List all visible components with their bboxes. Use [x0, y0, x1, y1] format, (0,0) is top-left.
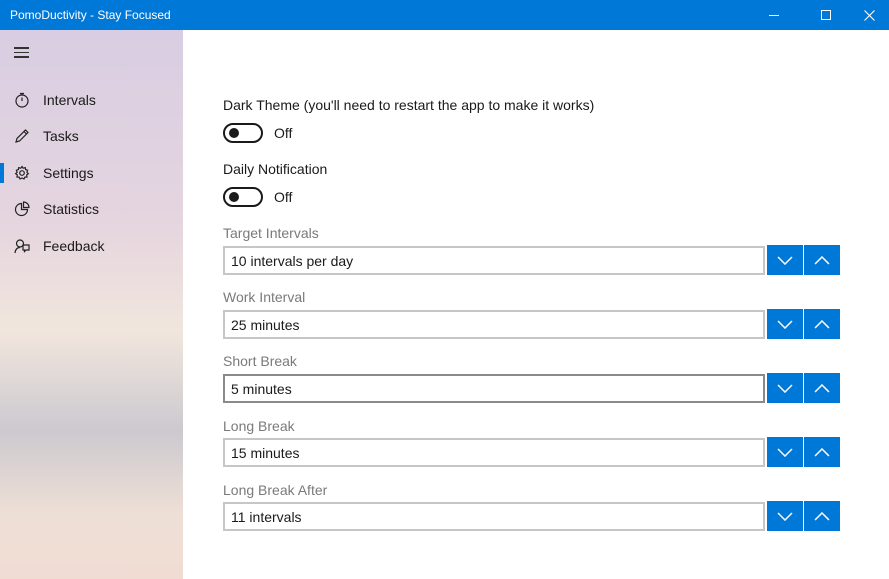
chevron-up-icon [814, 511, 830, 521]
maximize-icon [821, 10, 831, 20]
chevron-down-icon [777, 447, 793, 457]
stopwatch-icon [0, 82, 40, 118]
toggle-knob [229, 192, 239, 202]
long-break-input[interactable] [223, 438, 765, 467]
toggle-knob [229, 128, 239, 138]
short-break-label: Short Break [223, 353, 297, 369]
chevron-down-icon [777, 511, 793, 521]
target-intervals-input[interactable] [223, 246, 765, 275]
long-break-after-increment-button[interactable] [804, 501, 840, 531]
hamburger-menu-icon[interactable] [14, 47, 29, 58]
sidebar-item-label: Statistics [43, 201, 100, 217]
daily-notification-toggle[interactable] [223, 187, 263, 207]
long-break-after-decrement-button[interactable] [767, 501, 803, 531]
long-break-label: Long Break [223, 418, 295, 434]
dark-theme-label: Dark Theme (you'll need to restart the a… [223, 97, 595, 113]
sidebar-item-label: Feedback [43, 238, 105, 254]
minimize-button[interactable] [751, 0, 797, 30]
minimize-icon [769, 14, 779, 16]
short-break-input[interactable] [223, 374, 765, 403]
sidebar-item-settings[interactable]: Settings [0, 155, 183, 191]
maximize-button[interactable] [803, 0, 849, 30]
daily-notification-state: Off [274, 189, 293, 205]
pencil-icon [0, 118, 40, 154]
long-break-after-label: Long Break After [223, 482, 328, 498]
target-intervals-label: Target Intervals [223, 225, 319, 241]
long-break-increment-button[interactable] [804, 437, 840, 467]
work-interval-input[interactable] [223, 310, 765, 339]
short-break-decrement-button[interactable] [767, 373, 803, 403]
gear-icon [0, 155, 40, 191]
sidebar-item-label: Tasks [43, 128, 79, 144]
work-interval-increment-button[interactable] [804, 309, 840, 339]
long-break-after-input[interactable] [223, 502, 765, 531]
sidebar-item-label: Intervals [43, 92, 96, 108]
selection-indicator [0, 163, 4, 183]
dark-theme-toggle[interactable] [223, 123, 263, 143]
sidebar-item-statistics[interactable]: Statistics [0, 191, 183, 227]
target-intervals-increment-button[interactable] [804, 245, 840, 275]
target-intervals-decrement-button[interactable] [767, 245, 803, 275]
window-title: PomoDuctivity - Stay Focused [10, 8, 171, 22]
dark-theme-state: Off [274, 125, 293, 141]
close-button[interactable] [846, 0, 889, 30]
title-bar: PomoDuctivity - Stay Focused [0, 0, 889, 30]
pie-chart-icon [0, 191, 40, 227]
sidebar-item-label: Settings [43, 165, 94, 181]
chevron-down-icon [777, 255, 793, 265]
work-interval-label: Work Interval [223, 289, 306, 305]
chevron-down-icon [777, 383, 793, 393]
sidebar-item-intervals[interactable]: Intervals [0, 82, 183, 118]
daily-notification-label: Daily Notification [223, 161, 328, 177]
feedback-icon [0, 228, 40, 264]
chevron-up-icon [814, 255, 830, 265]
settings-panel: Dark Theme (you'll need to restart the a… [183, 30, 889, 579]
work-interval-decrement-button[interactable] [767, 309, 803, 339]
navigation-sidebar: Intervals Tasks Settings Statistics Feed… [0, 30, 183, 579]
chevron-up-icon [814, 383, 830, 393]
chevron-down-icon [777, 319, 793, 329]
close-icon [863, 9, 875, 21]
long-break-decrement-button[interactable] [767, 437, 803, 467]
chevron-up-icon [814, 447, 830, 457]
chevron-up-icon [814, 319, 830, 329]
sidebar-item-feedback[interactable]: Feedback [0, 228, 183, 264]
sidebar-item-tasks[interactable]: Tasks [0, 118, 183, 154]
short-break-increment-button[interactable] [804, 373, 840, 403]
